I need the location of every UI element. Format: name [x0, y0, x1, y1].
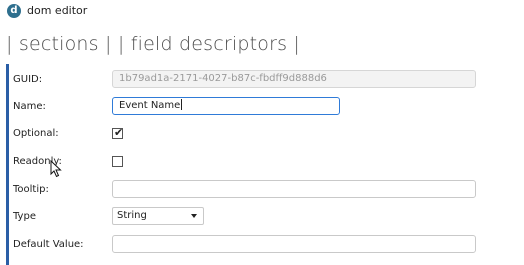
- text-caret: [181, 99, 183, 110]
- title-bar: d dom editor: [0, 0, 524, 22]
- tooltip-field[interactable]: [112, 180, 476, 198]
- checkmark-icon: ✔: [114, 126, 124, 139]
- default-value-label: Default Value:: [13, 239, 84, 250]
- name-field[interactable]: Event Name: [112, 97, 340, 115]
- readonly-checkbox[interactable]: [112, 156, 123, 167]
- breadcrumb: | sections | | field descriptors |: [6, 33, 300, 55]
- app-icon: d: [7, 4, 21, 18]
- breadcrumb-item-sections[interactable]: sections: [19, 33, 99, 55]
- chevron-down-icon: [191, 214, 197, 218]
- name-label: Name:: [13, 101, 46, 112]
- guid-label: GUID:: [13, 74, 43, 85]
- breadcrumb-separator: |: [6, 33, 19, 55]
- default-value-field[interactable]: [112, 235, 476, 253]
- type-label: Type: [13, 211, 36, 222]
- breadcrumb-separator: |: [287, 33, 301, 55]
- type-selected-value: String: [117, 210, 147, 221]
- optional-checkbox[interactable]: ✔: [112, 126, 124, 139]
- guid-field: 1b79ad1a-2171-4027-b87c-fbdff9d888d6: [112, 70, 476, 88]
- window-title: dom editor: [27, 4, 88, 17]
- tooltip-label: Tooltip:: [13, 184, 49, 195]
- mouse-cursor-icon: [50, 160, 62, 178]
- breadcrumb-separator: |: [117, 33, 131, 55]
- panel-accent-border: [6, 64, 9, 265]
- name-field-value: Event Name: [119, 100, 181, 111]
- type-select[interactable]: String: [112, 207, 204, 225]
- breadcrumb-separator: |: [98, 33, 118, 55]
- optional-label: Optional:: [13, 128, 59, 139]
- breadcrumb-item-field-descriptors[interactable]: field descriptors: [131, 33, 287, 55]
